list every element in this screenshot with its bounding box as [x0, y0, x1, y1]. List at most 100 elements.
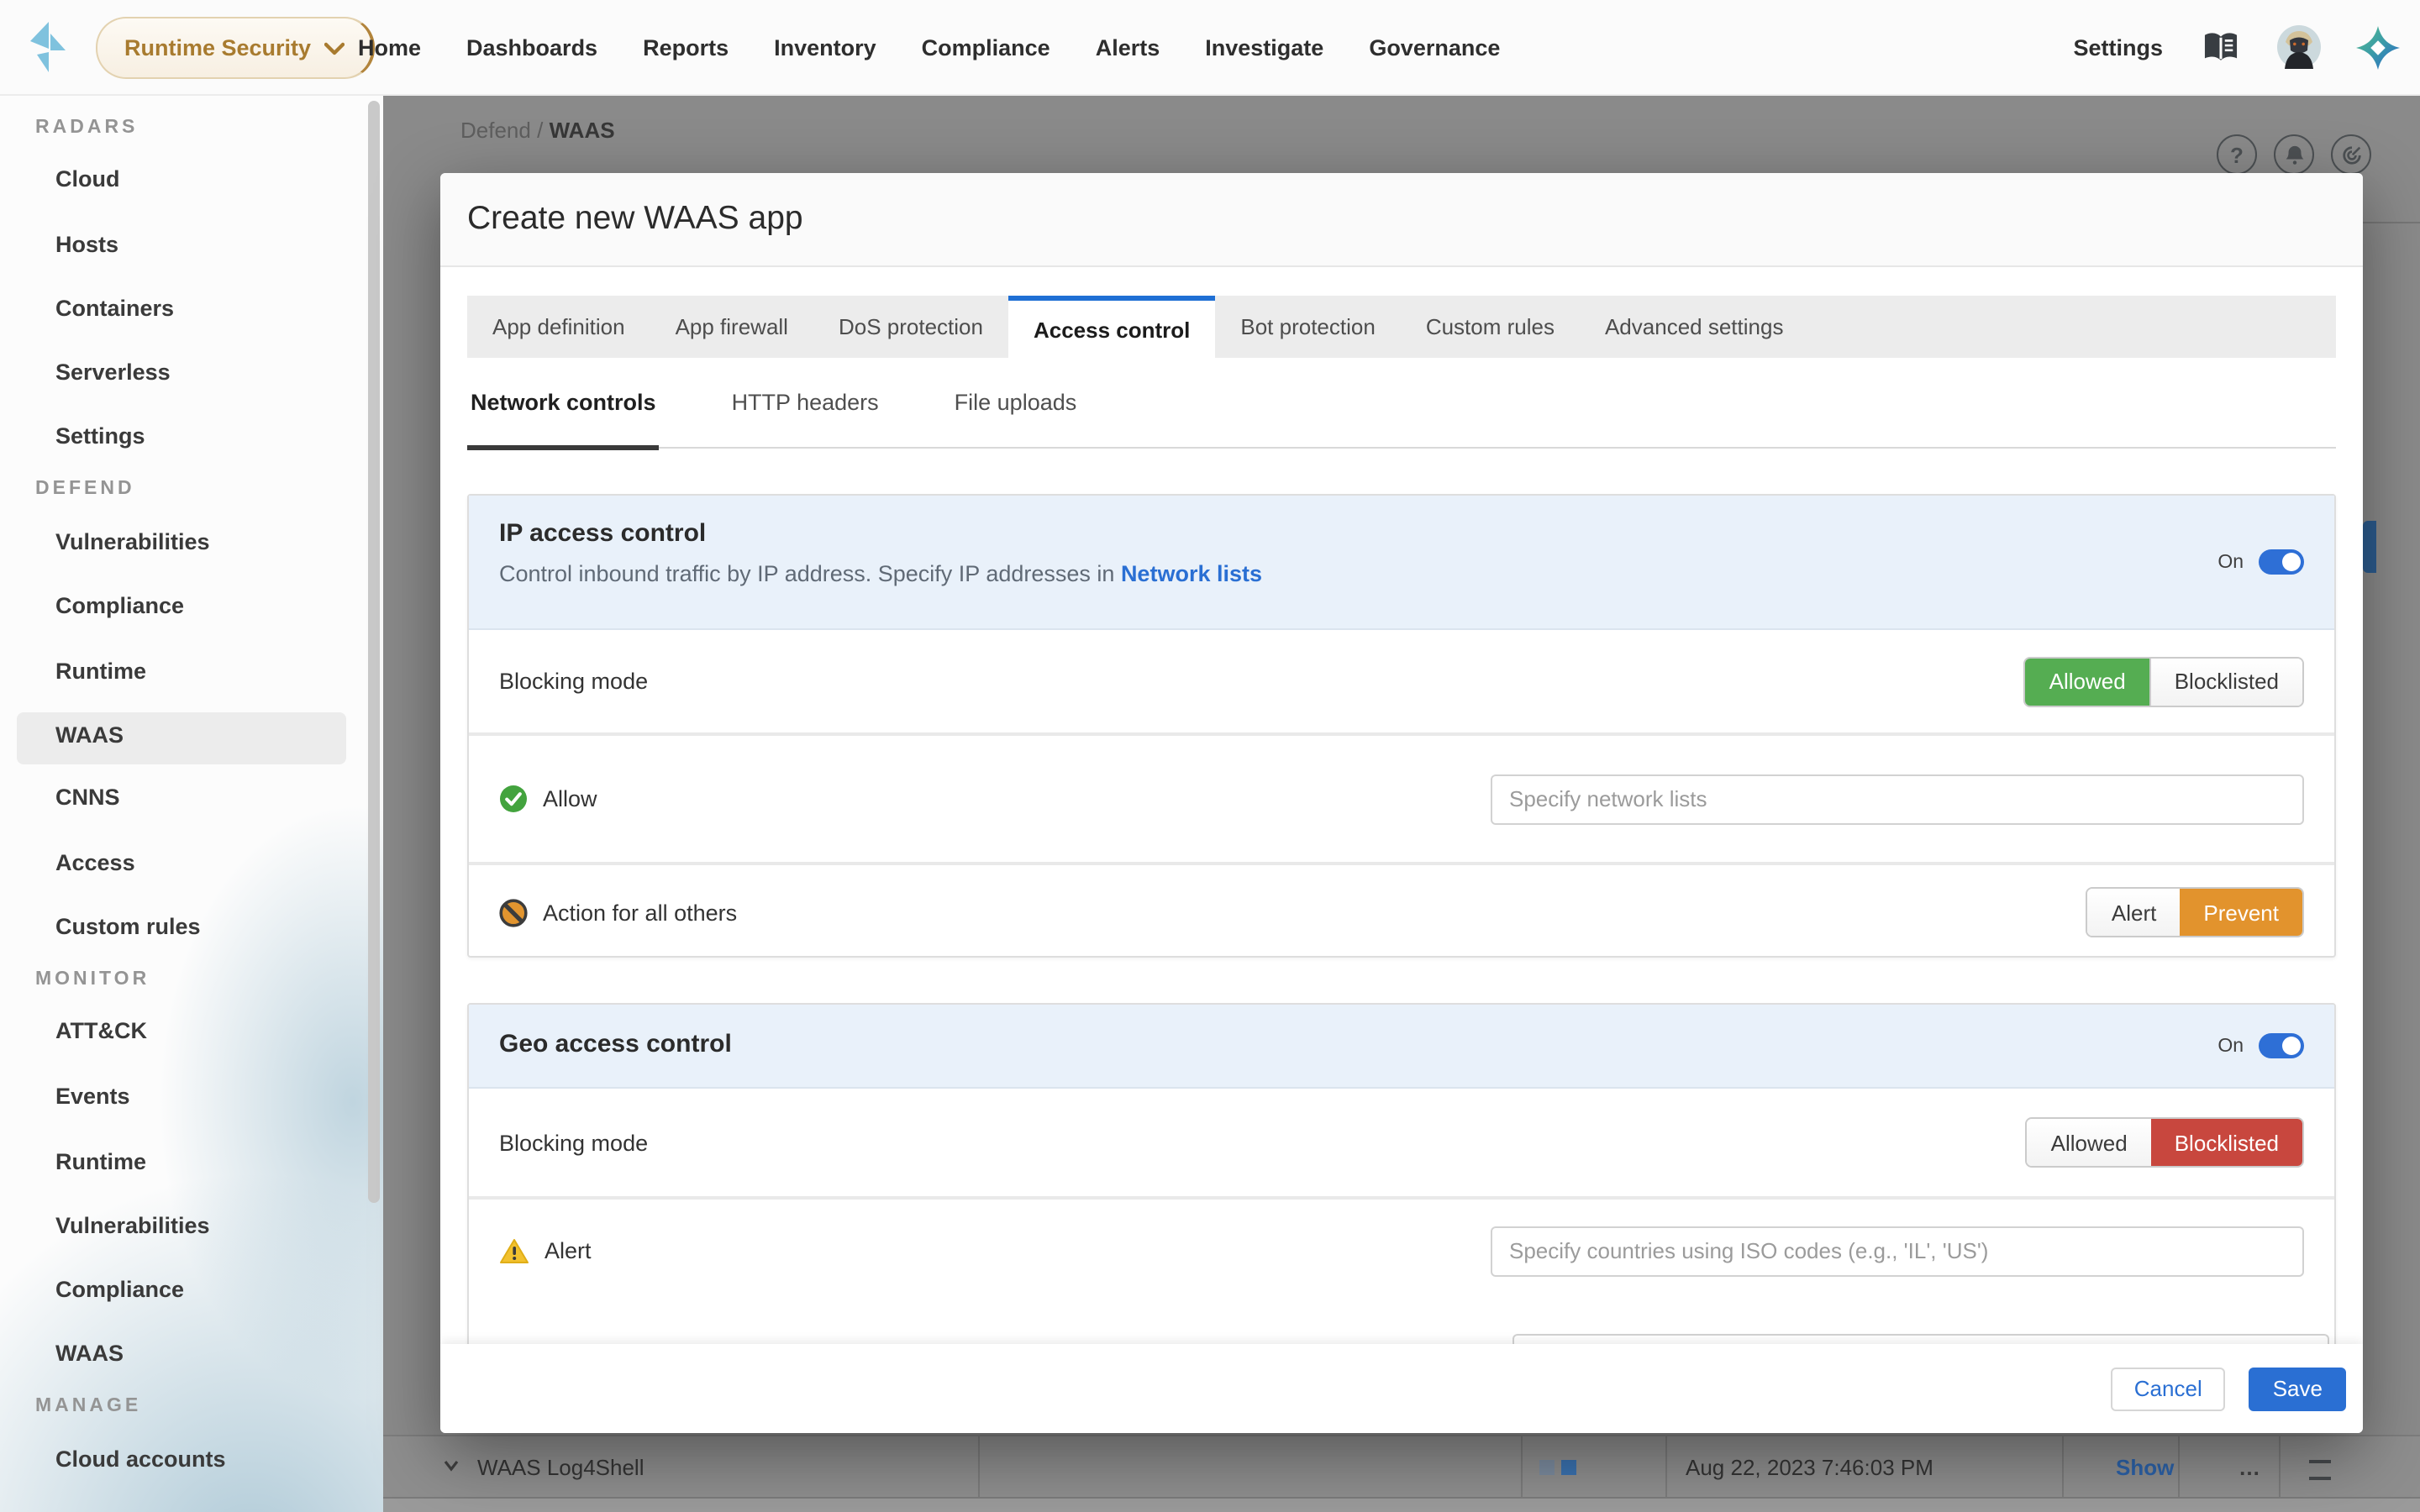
breadcrumb-section[interactable]: Defend: [460, 118, 531, 143]
nav-reports[interactable]: Reports: [643, 34, 729, 60]
top-nav: Home Dashboards Reports Inventory Compli…: [358, 0, 1500, 94]
column-divider: [1521, 1436, 1523, 1497]
help-icon[interactable]: ?: [2217, 134, 2257, 175]
allow-check-icon: [499, 785, 528, 813]
subtab-network-controls[interactable]: Network controls: [467, 358, 660, 447]
geo-alert-countries-input[interactable]: [1491, 1226, 2304, 1276]
sidebar-item-events[interactable]: Events: [55, 1084, 130, 1109]
docs-book-icon[interactable]: [2198, 25, 2242, 69]
sidebar-item-waas-monitor[interactable]: WAAS: [55, 1341, 124, 1366]
ip-toggle-wrap: On: [2217, 549, 2304, 575]
geo-blocking-mode-row: Blocking mode Allowed Blocklisted: [469, 1089, 2334, 1196]
sidebar-section-monitor: MONITOR: [35, 969, 150, 990]
geo-section-title: Geo access control: [499, 1030, 2304, 1058]
sidebar-item-settings[interactable]: Settings: [55, 423, 145, 449]
allow-label: Allow: [543, 786, 597, 811]
tab-custom-rules[interactable]: Custom rules: [1401, 296, 1580, 358]
modal-subtabs: Network controls HTTP headers File uploa…: [467, 358, 2336, 449]
user-avatar[interactable]: [2277, 25, 2321, 69]
waas-table-row[interactable]: WAAS Log4Shell Aug 22, 2023 7:46:03 PM S…: [383, 1435, 2420, 1499]
nav-compliance[interactable]: Compliance: [922, 34, 1050, 60]
nav-governance[interactable]: Governance: [1369, 34, 1500, 60]
sidebar-item-access[interactable]: Access: [55, 850, 135, 875]
create-waas-app-modal: Create new WAAS app App definition App f…: [440, 173, 2363, 1433]
breadcrumb-current: WAAS: [550, 118, 615, 143]
sidebar-scrollbar[interactable]: [368, 101, 380, 1203]
sidebar-item-serverless[interactable]: Serverless: [55, 360, 171, 385]
product-switcher-label: Runtime Security: [124, 35, 311, 60]
sidebar-item-waas-active[interactable]: WAAS: [55, 722, 124, 748]
ip-toggle-label: On: [2217, 552, 2244, 572]
sidebar-item-compliance-monitor[interactable]: Compliance: [55, 1277, 184, 1302]
sidebar-item-vulnerabilities[interactable]: Vulnerabilities: [55, 529, 210, 554]
sidebar-item-attack[interactable]: ATT&CK: [55, 1018, 147, 1043]
ip-blocking-mode-row: Blocking mode Allowed Blocklisted: [469, 630, 2334, 732]
ip-enabled-toggle[interactable]: [2259, 549, 2304, 575]
tab-bot-protection[interactable]: Bot protection: [1215, 296, 1400, 358]
sidebar-item-compliance[interactable]: Compliance: [55, 593, 184, 618]
ip-section-description: Control inbound traffic by IP address. S…: [499, 561, 2304, 586]
row-expand-chevron-icon[interactable]: [444, 1460, 459, 1472]
ip-blocking-mode-segmented: Allowed Blocklisted: [2024, 656, 2304, 706]
sidebar-section-manage: MANAGE: [35, 1396, 141, 1416]
sidebar-item-hosts[interactable]: Hosts: [55, 232, 118, 257]
sidebar-item-runtime-monitor[interactable]: Runtime: [55, 1149, 146, 1174]
allow-network-lists-input[interactable]: [1491, 774, 2304, 824]
product-switcher[interactable]: Runtime Security: [96, 17, 375, 79]
sidebar-item-cloud-accounts[interactable]: Cloud accounts: [55, 1446, 226, 1472]
top-bar-right: Settings: [2073, 0, 2400, 94]
radar-scan-icon[interactable]: [2331, 134, 2371, 175]
modal-header: Create new WAAS app: [440, 173, 2363, 267]
row-drag-handle-icon[interactable]: [2309, 1460, 2331, 1480]
modal-tabs: App definition App firewall DoS protecti…: [467, 296, 2336, 358]
nav-alerts[interactable]: Alerts: [1096, 34, 1160, 60]
sidebar-item-cnns[interactable]: CNNS: [55, 785, 120, 810]
nav-dashboards[interactable]: Dashboards: [466, 34, 597, 60]
ip-action-row: Action for all others Alert Prevent: [469, 862, 2334, 959]
nav-investigate[interactable]: Investigate: [1205, 34, 1323, 60]
network-lists-link[interactable]: Network lists: [1121, 561, 1262, 586]
sidebar-item-runtime[interactable]: Runtime: [55, 659, 146, 684]
prisma-cloud-logo-icon[interactable]: [2356, 25, 2400, 69]
sidebar: RADARS Cloud Hosts Containers Serverless…: [0, 94, 383, 1512]
row-more-actions[interactable]: …: [2238, 1436, 2262, 1497]
nav-home[interactable]: Home: [358, 34, 421, 60]
geo-enabled-toggle[interactable]: [2259, 1033, 2304, 1058]
sidebar-item-vulns-monitor[interactable]: Vulnerabilities: [55, 1213, 210, 1238]
modal-footer: Cancel Save: [440, 1344, 2363, 1433]
warning-triangle-icon: [499, 1237, 529, 1264]
modal-title: Create new WAAS app: [467, 200, 803, 239]
sidebar-item-cloud[interactable]: Cloud: [55, 166, 120, 192]
tab-advanced-settings[interactable]: Advanced settings: [1580, 296, 1808, 358]
chevron-down-icon: [324, 41, 345, 55]
geo-mode-allowed-button[interactable]: Allowed: [2028, 1119, 2151, 1166]
notifications-bell-icon[interactable]: [2274, 134, 2314, 175]
breadcrumb: Defend / WAAS: [460, 118, 615, 143]
modified-date-cell: Aug 22, 2023 7:46:03 PM: [1686, 1436, 1933, 1497]
ip-mode-blocklisted-button[interactable]: Blocklisted: [2149, 658, 2302, 705]
subtab-file-uploads[interactable]: File uploads: [951, 358, 1081, 447]
ip-allow-row: Allow: [469, 732, 2334, 862]
sidebar-item-custom-rules[interactable]: Custom rules: [55, 914, 201, 939]
nav-inventory[interactable]: Inventory: [774, 34, 876, 60]
app-root: Runtime Security Home Dashboards Reports…: [0, 0, 2420, 1512]
brand-logo-icon[interactable]: [24, 18, 71, 76]
nav-settings[interactable]: Settings: [2073, 34, 2163, 60]
geo-mode-blocklisted-button[interactable]: Blocklisted: [2151, 1119, 2302, 1166]
show-link[interactable]: Show: [2116, 1436, 2174, 1497]
ip-mode-allowed-button[interactable]: Allowed: [2026, 658, 2149, 705]
cancel-button[interactable]: Cancel: [2111, 1367, 2226, 1410]
tab-app-definition[interactable]: App definition: [467, 296, 650, 358]
ip-action-prevent-button[interactable]: Prevent: [2180, 889, 2302, 936]
ip-blocking-mode-label: Blocking mode: [499, 669, 648, 694]
geo-blocking-mode-label: Blocking mode: [499, 1130, 648, 1155]
subtab-http-headers[interactable]: HTTP headers: [729, 358, 882, 447]
tab-app-firewall[interactable]: App firewall: [650, 296, 813, 358]
sidebar-item-containers[interactable]: Containers: [55, 296, 174, 321]
top-bar: Runtime Security Home Dashboards Reports…: [0, 0, 2420, 96]
geo-access-control-header: Geo access control On: [469, 1005, 2334, 1089]
ip-action-alert-button[interactable]: Alert: [2088, 889, 2180, 936]
tab-dos-protection[interactable]: DoS protection: [813, 296, 1008, 358]
save-button[interactable]: Save: [2249, 1367, 2346, 1410]
tab-access-control[interactable]: Access control: [1008, 296, 1215, 358]
